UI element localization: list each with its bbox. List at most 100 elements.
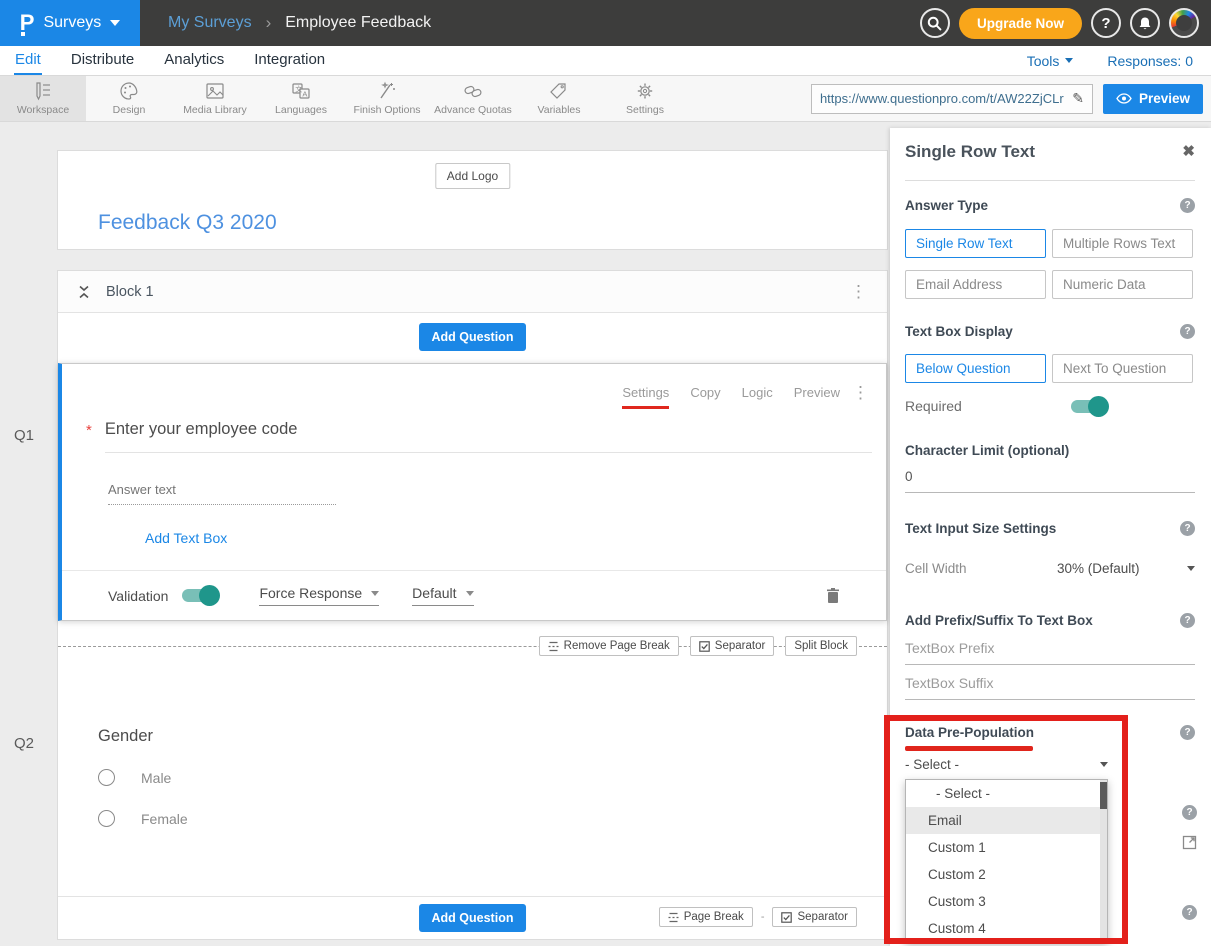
tab-integration[interactable]: Integration (253, 47, 326, 75)
svg-text:A: A (302, 89, 307, 98)
split-block-button[interactable]: Split Block (785, 636, 857, 656)
q2-question-text[interactable]: Gender (98, 727, 153, 746)
q1-tab-copy[interactable]: Copy (690, 385, 720, 409)
upgrade-now-button[interactable]: Upgrade Now (959, 8, 1082, 39)
toolbar-item-media-library[interactable]: Media Library (172, 76, 258, 121)
radio-label[interactable]: Male (141, 770, 171, 786)
answer-type-numeric[interactable]: Numeric Data (1052, 270, 1193, 299)
remove-page-break-button[interactable]: Remove Page Break (539, 636, 679, 656)
dropdown-option-custom4[interactable]: Custom 4 (906, 915, 1107, 942)
delete-question-icon[interactable] (826, 587, 840, 604)
tab-analytics[interactable]: Analytics (163, 47, 225, 75)
checked-checkbox-icon (781, 912, 792, 923)
display-next-to-question[interactable]: Next To Question (1052, 354, 1193, 383)
force-response-dropdown[interactable]: Force Response (259, 585, 379, 606)
toolbar-item-advance-quotas[interactable]: Advance Quotas (430, 76, 516, 121)
red-annotation-underline (905, 746, 1033, 751)
help-button[interactable]: ? (1091, 8, 1121, 38)
preview-button[interactable]: Preview (1103, 84, 1203, 114)
toolbar-label: Settings (626, 104, 664, 116)
toolbar-label: Workspace (17, 104, 69, 116)
dropdown-option-email[interactable]: Email (906, 807, 1107, 834)
add-question-button-top[interactable]: Add Question (419, 323, 527, 351)
block-name[interactable]: Block 1 (106, 284, 154, 300)
textbox-suffix-input[interactable] (905, 676, 1195, 700)
toolbar-item-finish-options[interactable]: Finish Options (344, 76, 430, 121)
block-menu-icon[interactable]: ⋮ (850, 283, 867, 300)
answer-type-email[interactable]: Email Address (905, 270, 1046, 299)
add-text-box-link[interactable]: Add Text Box (145, 530, 227, 546)
page-break-icon (668, 912, 679, 923)
collapse-block-icon[interactable] (78, 285, 90, 299)
palette-icon (118, 81, 140, 101)
question-card-q1[interactable]: Settings Copy Logic Preview ⋮ * Enter yo… (58, 363, 887, 621)
breadcrumb-current: Employee Feedback (285, 14, 431, 32)
toolbar-item-settings[interactable]: Settings (602, 76, 688, 121)
workspace-icon (32, 81, 54, 101)
textbox-prefix-input[interactable] (905, 641, 1195, 665)
toolbar-item-languages[interactable]: 文A Languages (258, 76, 344, 121)
answer-type-single-row[interactable]: Single Row Text (905, 229, 1046, 258)
external-link-icon[interactable] (1182, 835, 1197, 850)
product-switcher[interactable]: P Surveys (0, 0, 140, 46)
block-header: Block 1 ⋮ (58, 271, 887, 313)
character-limit-input[interactable] (905, 469, 1195, 493)
radio-label[interactable]: Female (141, 811, 188, 827)
scrollbar-thumb[interactable] (1100, 782, 1107, 809)
radio-button[interactable] (98, 769, 115, 786)
close-panel-icon[interactable]: ✖ (1182, 142, 1195, 162)
q1-tab-settings[interactable]: Settings (622, 385, 669, 409)
validation-toggle[interactable] (182, 589, 218, 602)
add-logo-button[interactable]: Add Logo (435, 163, 510, 189)
edit-url-icon[interactable]: ✎ (1072, 90, 1084, 107)
page-break-button[interactable]: Page Break (659, 907, 753, 927)
breadcrumb-my-surveys[interactable]: My Surveys (168, 14, 252, 32)
search-button[interactable] (920, 8, 950, 38)
dropdown-option-custom2[interactable]: Custom 2 (906, 861, 1107, 888)
add-question-button-bottom[interactable]: Add Question (419, 904, 527, 932)
prefix-suffix-label: Add Prefix/Suffix To Text Box (905, 613, 1093, 628)
help-icon[interactable]: ? (1180, 725, 1195, 740)
answer-type-multiple-rows[interactable]: Multiple Rows Text (1052, 229, 1193, 258)
required-toggle[interactable] (1071, 400, 1107, 413)
dropdown-option-custom1[interactable]: Custom 1 (906, 834, 1107, 861)
help-icon[interactable]: ? (1180, 324, 1195, 339)
data-prepopulation-select[interactable]: - Select - (905, 757, 1108, 772)
tab-distribute[interactable]: Distribute (70, 47, 135, 75)
q1-tab-preview[interactable]: Preview (794, 385, 840, 409)
notifications-button[interactable] (1130, 8, 1160, 38)
default-dropdown[interactable]: Default (412, 585, 473, 606)
q1-answer-input[interactable] (108, 482, 336, 505)
help-icon[interactable]: ? (1180, 521, 1195, 536)
q1-menu-icon[interactable]: ⋮ (852, 384, 869, 401)
radio-button[interactable] (98, 810, 115, 827)
required-label: Required (905, 398, 962, 414)
q1-tab-logic[interactable]: Logic (742, 385, 773, 409)
dropdown-option-custom3[interactable]: Custom 3 (906, 888, 1107, 915)
help-icon[interactable]: ? (1182, 805, 1197, 820)
separator-toggle-button-bottom[interactable]: Separator (772, 907, 857, 927)
survey-title[interactable]: Feedback Q3 2020 (98, 211, 277, 235)
help-icon[interactable]: ? (1182, 905, 1197, 920)
q1-question-text[interactable]: Enter your employee code (105, 420, 298, 439)
survey-url-input[interactable] (820, 91, 1066, 106)
toolbar-item-design[interactable]: Design (86, 76, 172, 121)
responses-link[interactable]: Responses: 0 (1107, 53, 1193, 69)
tab-edit[interactable]: Edit (14, 47, 42, 75)
search-icon (927, 16, 942, 31)
avatar[interactable] (1169, 8, 1199, 38)
question-number-q2: Q2 (14, 735, 34, 752)
separator-toggle-button[interactable]: Separator (690, 636, 775, 656)
cell-width-dropdown[interactable]: Cell Width 30% (Default) (905, 561, 1195, 576)
toolbar-item-variables[interactable]: Variables (516, 76, 602, 121)
dropdown-scrollbar[interactable] (1100, 780, 1107, 942)
display-below-question[interactable]: Below Question (905, 354, 1046, 383)
help-icon[interactable]: ? (1180, 198, 1195, 213)
q2-option-female: Female (98, 810, 188, 827)
cell-width-value: 30% (Default) (1057, 561, 1140, 576)
toolbar-item-workspace[interactable]: Workspace (0, 76, 86, 121)
dropdown-option-select[interactable]: - Select - (906, 780, 1107, 807)
help-icon[interactable]: ? (1180, 613, 1195, 628)
toolbar-label: Advance Quotas (434, 104, 512, 116)
tools-menu[interactable]: Tools (1027, 53, 1074, 69)
